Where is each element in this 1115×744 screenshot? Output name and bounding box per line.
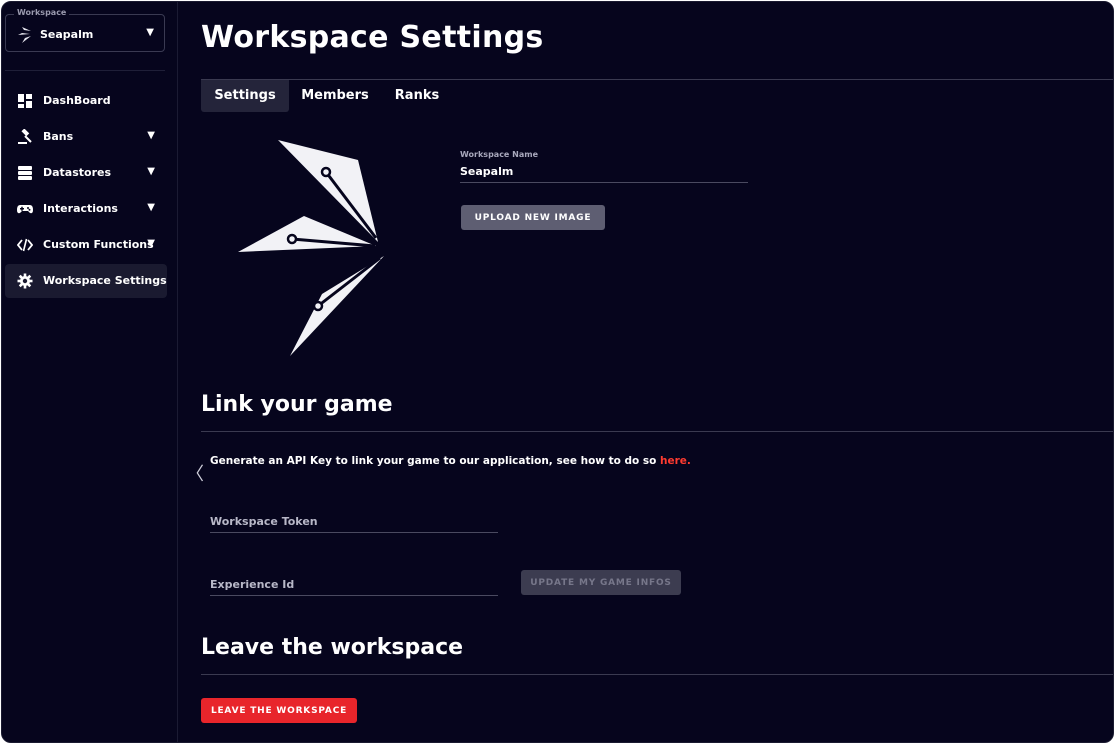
chevron-down-icon: ▼ (146, 27, 154, 38)
workspace-token-underline (210, 532, 498, 533)
workspace-name: Seapalm (40, 28, 94, 41)
section-divider (201, 674, 1113, 675)
chevron-down-icon: ▼ (147, 166, 155, 177)
link-game-title: Link your game (201, 392, 393, 417)
sidebar-item-label: Interactions (43, 202, 118, 215)
api-key-help-link[interactable]: here. (660, 455, 691, 467)
sidebar-item-bans[interactable]: Bans ▼ (5, 120, 167, 154)
experience-id-underline (210, 595, 498, 596)
workspace-name-underline (460, 182, 748, 183)
workspace-select-label: Workspace (14, 8, 70, 17)
sidebar-item-custom-functions[interactable]: Custom Functions ▼ (5, 228, 167, 262)
workspace-logo-image (238, 140, 384, 356)
sidebar-item-label: DashBoard (43, 94, 111, 107)
collapse-sidebar-icon[interactable]: 〈 (186, 460, 204, 486)
sidebar-item-interactions[interactable]: Interactions ▼ (5, 192, 167, 226)
database-icon (18, 166, 32, 180)
app-window: Workspace Seapalm ▼ DashBoard Bans ▼ Dat… (1, 1, 1114, 743)
chevron-down-icon: ▼ (147, 202, 155, 213)
workspace-name-label: Workspace Name (460, 150, 538, 159)
link-game-description: Generate an API Key to link your game to… (210, 455, 691, 467)
sidebar: Workspace Seapalm ▼ DashBoard Bans ▼ Dat… (2, 2, 178, 742)
description-text: Generate an API Key to link your game to… (210, 455, 661, 467)
workspace-name-input[interactable]: Seapalm (460, 165, 513, 178)
chevron-down-icon: ▼ (147, 130, 155, 141)
sidebar-item-label: Workspace Settings (43, 274, 167, 287)
section-divider (201, 431, 1113, 432)
sidebar-divider (5, 70, 165, 71)
sidebar-item-label: Datastores (43, 166, 112, 179)
tab-settings[interactable]: Settings (201, 80, 289, 112)
upload-new-image-button[interactable]: UPLOAD NEW IMAGE (461, 205, 605, 230)
sidebar-item-dashboard[interactable]: DashBoard (5, 84, 167, 118)
leave-workspace-button[interactable]: LEAVE THE WORKSPACE (201, 698, 357, 723)
tab-ranks[interactable]: Ranks (385, 80, 449, 112)
workspace-logo-icon (18, 27, 31, 43)
update-game-infos-button[interactable]: UPDATE MY GAME INFOS (521, 570, 681, 595)
gavel-icon (18, 129, 32, 144)
sidebar-item-label: Custom Functions (43, 238, 154, 251)
dashboard-icon (18, 94, 32, 108)
page-title: Workspace Settings (201, 20, 544, 55)
leave-workspace-title: Leave the workspace (201, 635, 464, 660)
sidebar-item-label: Bans (43, 130, 74, 143)
experience-id-input[interactable]: Experience Id (210, 578, 294, 591)
code-icon (17, 238, 33, 252)
workspace-select[interactable]: Workspace Seapalm ▼ (5, 8, 165, 52)
chevron-down-icon: ▼ (147, 238, 155, 249)
sidebar-item-datastores[interactable]: Datastores ▼ (5, 156, 167, 190)
gear-icon (17, 273, 33, 289)
gamepad-icon (17, 205, 33, 214)
tab-members[interactable]: Members (295, 80, 375, 112)
sidebar-item-workspace-settings[interactable]: Workspace Settings (5, 264, 167, 298)
workspace-token-input[interactable]: Workspace Token (210, 515, 318, 528)
